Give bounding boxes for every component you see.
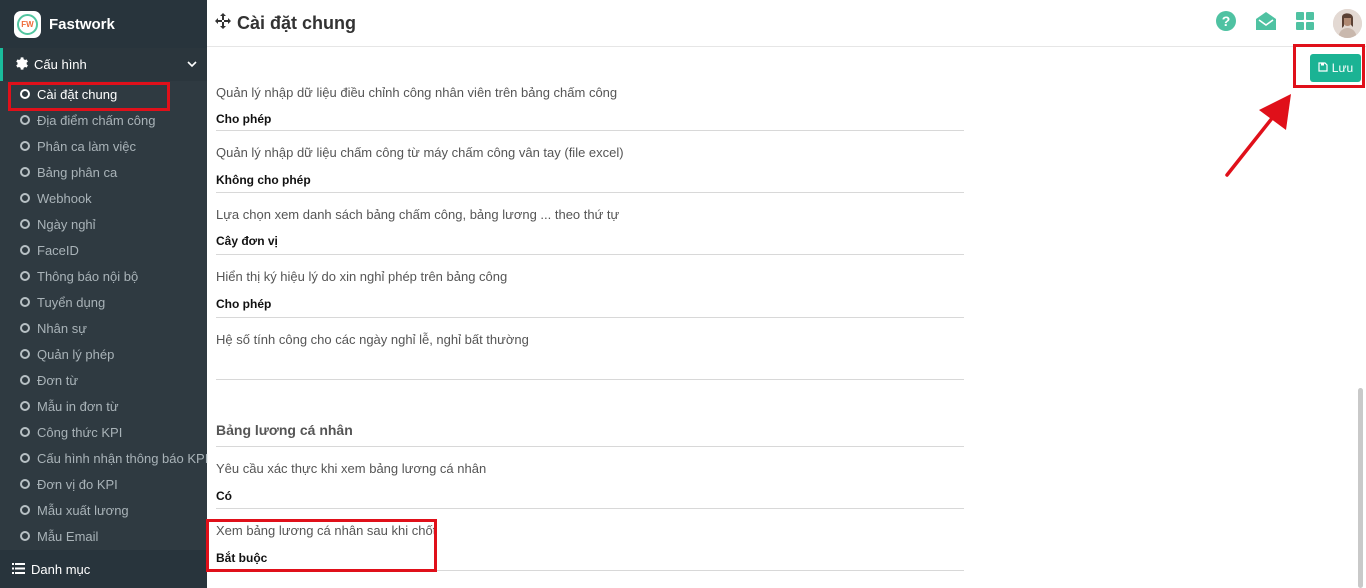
setting-value[interactable]: Cho phép xyxy=(216,297,271,311)
sidebar-item-label: Bảng phân ca xyxy=(37,164,118,180)
sidebar-section-categories[interactable]: Danh mục xyxy=(0,550,207,588)
sidebar-item-label: Quản lý phép xyxy=(37,346,115,362)
setting-value[interactable]: Cây đơn vị xyxy=(216,234,278,248)
sidebar-item-label: Mẫu xuất lương xyxy=(37,502,129,518)
main-content: Lưu Quản lý nhập dữ liệu điều chỉnh công… xyxy=(207,48,1366,588)
sidebar-item-internal-notices[interactable]: Thông báo nội bộ xyxy=(0,263,207,289)
circle-icon xyxy=(20,427,30,437)
sidebar-item-label: Công thức KPI xyxy=(37,424,123,440)
sidebar-item-email-templates[interactable]: Mẫu Email xyxy=(0,523,207,549)
setting-question: Quản lý nhập dữ liệu chấm công từ máy ch… xyxy=(216,145,624,160)
sidebar-item-label: Mẫu Email xyxy=(37,528,99,544)
chevron-down-icon[interactable] xyxy=(187,57,197,72)
mail-open-icon[interactable] xyxy=(1255,11,1277,36)
setting-row[interactable]: Quản lý nhập dữ liệu điều chỉnh công nhâ… xyxy=(216,48,964,131)
circle-icon xyxy=(20,271,30,281)
circle-icon xyxy=(20,479,30,489)
sidebar-item-label: Mẫu in đơn từ xyxy=(37,398,119,414)
circle-icon xyxy=(20,349,30,359)
highlight-box-save xyxy=(1293,44,1365,88)
highlight-box-setting xyxy=(206,519,437,572)
sidebar-item-kpi-units[interactable]: Đơn vị đo KPI xyxy=(0,471,207,497)
scrollbar-thumb[interactable] xyxy=(1358,388,1363,588)
setting-row[interactable]: Yêu cầu xác thực khi xem bảng lương cá n… xyxy=(216,447,964,509)
sidebar-item-requests[interactable]: Đơn từ xyxy=(0,367,207,393)
sidebar-item-faceid[interactable]: FaceID xyxy=(0,237,207,263)
circle-icon xyxy=(20,531,30,541)
sidebar-item-label: Đơn từ xyxy=(37,372,79,388)
circle-icon xyxy=(20,453,30,463)
setting-question: Quản lý nhập dữ liệu điều chỉnh công nhâ… xyxy=(216,85,618,100)
sidebar-item-label: Cấu hình nhận thông báo KPI xyxy=(37,450,209,466)
avatar[interactable] xyxy=(1333,9,1362,38)
sidebar-item-leave-management[interactable]: Quản lý phép xyxy=(0,341,207,367)
fastwork-logo: FW xyxy=(14,10,41,38)
sidebar-item-payroll-export-templates[interactable]: Mẫu xuất lương xyxy=(0,497,207,523)
circle-icon xyxy=(20,141,30,151)
highlight-box-sidebar xyxy=(8,82,170,111)
sidebar-footer-label: Danh mục xyxy=(31,561,91,577)
sidebar-section-config[interactable]: Cấu hình xyxy=(0,48,207,81)
setting-row[interactable]: Quản lý nhập dữ liệu chấm công từ máy ch… xyxy=(216,131,964,193)
sidebar-item-holidays[interactable]: Ngày nghỉ xyxy=(0,211,207,237)
sidebar-section-label: Cấu hình xyxy=(34,57,87,72)
circle-icon xyxy=(20,401,30,411)
logo-text: FW xyxy=(17,13,38,35)
brand-name: Fastwork xyxy=(49,15,115,33)
sidebar-item-label: Webhook xyxy=(37,190,92,206)
circle-icon xyxy=(20,193,30,203)
apps-grid-icon[interactable] xyxy=(1295,11,1315,36)
circle-icon xyxy=(20,505,30,515)
setting-question: Hiển thị ký hiệu lý do xin nghỉ phép trê… xyxy=(216,269,508,284)
setting-question: Lựa chọn xem danh sách bảng chấm công, b… xyxy=(216,207,620,222)
circle-icon xyxy=(20,167,30,177)
setting-row[interactable]: Hệ số tính công cho các ngày nghỉ lễ, ng… xyxy=(216,318,964,380)
top-icons: ? xyxy=(1197,9,1366,38)
circle-icon xyxy=(20,297,30,307)
sidebar-item-kpi-formula[interactable]: Công thức KPI xyxy=(0,419,207,445)
sidebar-item-kpi-notification-config[interactable]: Cấu hình nhận thông báo KPI xyxy=(0,445,209,471)
arrows-move-icon xyxy=(215,12,231,34)
red-arrow-annotation xyxy=(1225,94,1291,177)
setting-row[interactable]: Hiển thị ký hiệu lý do xin nghỉ phép trê… xyxy=(216,255,964,318)
sidebar-menu: Cài đặt chung Địa điểm chấm công Phân ca… xyxy=(0,81,209,549)
svg-text:?: ? xyxy=(1222,13,1231,29)
setting-value[interactable]: Có xyxy=(216,489,232,503)
circle-icon xyxy=(20,115,30,125)
sidebar-item-webhook[interactable]: Webhook xyxy=(0,185,207,211)
sidebar-item-label: Nhân sự xyxy=(37,320,87,336)
circle-icon xyxy=(20,323,30,333)
setting-value[interactable]: Không cho phép xyxy=(216,173,311,187)
setting-value[interactable]: Cho phép xyxy=(216,112,271,126)
sidebar-item-label: Đơn vị đo KPI xyxy=(37,476,118,492)
setting-question: Hệ số tính công cho các ngày nghỉ lễ, ng… xyxy=(216,332,529,347)
sidebar-item-personnel[interactable]: Nhân sự xyxy=(0,315,207,341)
sidebar-item-label: Thông báo nội bộ xyxy=(37,268,139,284)
page-title: Cài đặt chung xyxy=(215,12,357,34)
sidebar-item-shift-assignment[interactable]: Phân ca làm việc xyxy=(0,133,207,159)
gear-icon xyxy=(15,56,28,73)
sidebar-item-label: Địa điểm chấm công xyxy=(37,112,156,128)
page-title-text: Cài đặt chung xyxy=(237,12,357,33)
circle-icon xyxy=(20,375,30,385)
sidebar-item-shift-table[interactable]: Bảng phân ca xyxy=(0,159,207,185)
sidebar-item-label: Tuyển dụng xyxy=(37,294,106,310)
circle-icon xyxy=(20,219,30,229)
setting-question: Yêu cầu xác thực khi xem bảng lương cá n… xyxy=(216,461,487,476)
section-title: Bảng lương cá nhân xyxy=(216,422,353,438)
setting-row[interactable]: Lựa chọn xem danh sách bảng chấm công, b… xyxy=(216,193,964,255)
sidebar-item-request-print-templates[interactable]: Mẫu in đơn từ xyxy=(0,393,207,419)
sidebar-item-recruitment[interactable]: Tuyển dụng xyxy=(0,289,207,315)
sidebar-item-label: FaceID xyxy=(37,242,79,258)
help-icon[interactable]: ? xyxy=(1215,10,1237,37)
sidebar-item-label: Phân ca làm việc xyxy=(37,138,136,154)
payslip-section-header: Bảng lương cá nhân xyxy=(216,380,964,447)
brand[interactable]: FW Fastwork xyxy=(0,0,207,48)
circle-icon xyxy=(20,245,30,255)
sidebar-item-label: Ngày nghỉ xyxy=(37,216,96,232)
top-bar: Cài đặt chung ? xyxy=(207,0,1366,47)
list-icon xyxy=(12,562,25,577)
